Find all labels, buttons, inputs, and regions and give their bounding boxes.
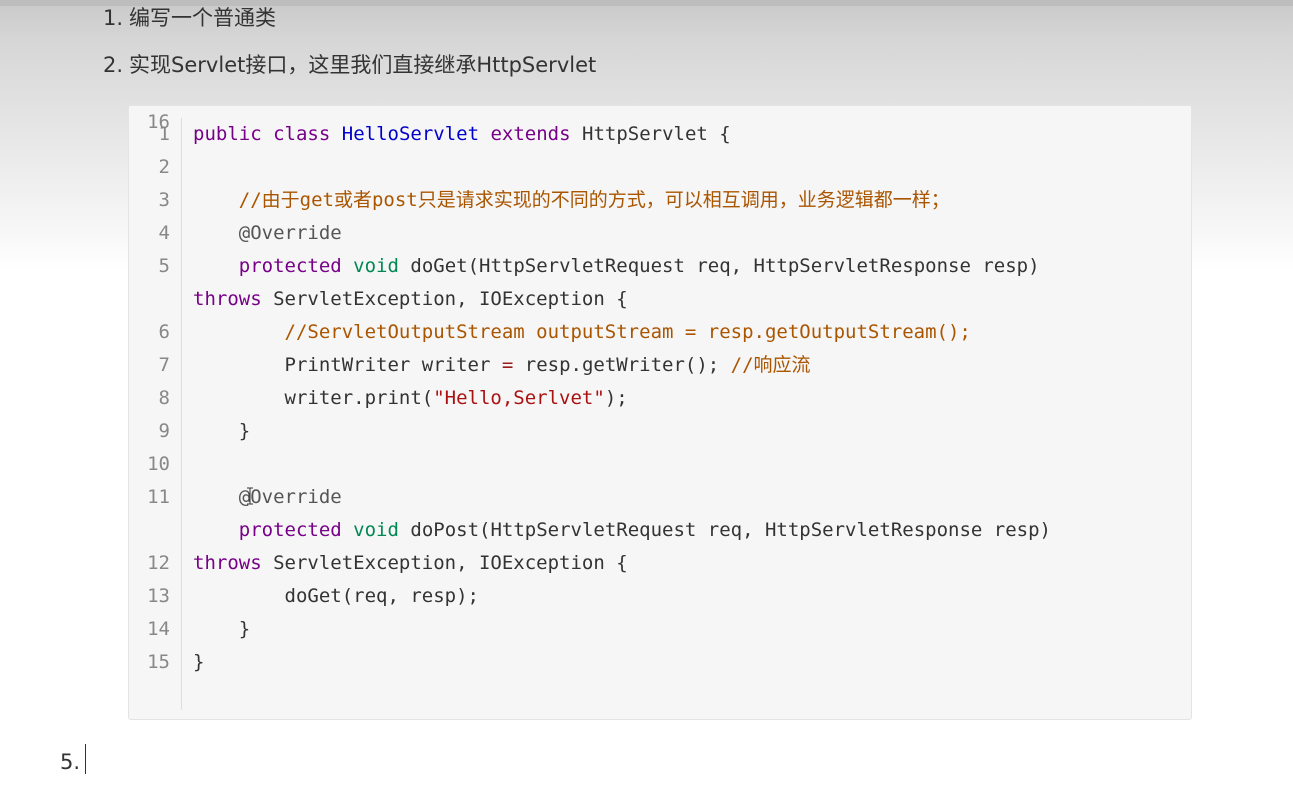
line-number: 3 <box>158 189 170 211</box>
list-number: 2. <box>103 53 124 77</box>
code-token: HelloServlet <box>341 123 480 145</box>
line-number: 12 <box>147 552 170 574</box>
code-token: throws <box>193 288 262 310</box>
text-cursor-icon <box>247 487 253 505</box>
code-line[interactable]: //ServletOutputStream outputStream = res… <box>193 316 971 349</box>
code-token: writer.print( <box>193 387 434 409</box>
code-token: = <box>501 354 514 376</box>
code-token: protected <box>238 255 342 277</box>
line-number: 13 <box>147 585 170 607</box>
gutter-divider <box>181 118 182 710</box>
code-token: } <box>193 420 251 442</box>
text-caret <box>85 744 86 774</box>
code-token: @Override <box>238 222 342 244</box>
line-number: 16 <box>147 111 170 133</box>
list-item[interactable]: 2. 实现Servlet接口，这里我们直接继承HttpServlet <box>103 51 596 79</box>
code-token: doGet(req, resp); <box>193 585 479 607</box>
code-token: protected <box>238 519 342 541</box>
code-token: //由于get或者post只是请求实现的不同的方式，可以相互调用，业务逻辑都一样… <box>238 189 950 211</box>
line-number: 8 <box>158 387 170 409</box>
code-token: void <box>353 519 399 541</box>
list-item[interactable]: 1. 编写一个普通类 <box>103 4 276 32</box>
code-line[interactable]: } <box>193 613 250 646</box>
code-token: "Hello,Serlvet" <box>433 387 605 409</box>
line-number: 10 <box>147 453 170 475</box>
code-line[interactable]: doGet(req, resp); <box>193 580 479 613</box>
code-line[interactable]: protected void doGet(HttpServletRequest … <box>193 250 1040 283</box>
code-line[interactable]: @Override <box>193 481 342 514</box>
line-number: 5 <box>158 255 170 277</box>
code-token: ServletException, IOException { <box>261 288 628 310</box>
line-number: 7 <box>158 354 170 376</box>
code-line[interactable]: throws ServletException, IOException { <box>193 283 628 316</box>
code-line[interactable]: public class HelloServlet extends HttpSe… <box>193 118 731 151</box>
code-line[interactable]: @Override <box>193 217 342 250</box>
line-number: 11 <box>147 486 170 508</box>
line-number: 15 <box>147 651 170 673</box>
code-token: PrintWriter writer <box>193 354 502 376</box>
code-token: @Override <box>238 486 342 508</box>
code-token: class <box>273 123 331 145</box>
code-block[interactable]: 1 2 3 4 5 6 7 8 9 10 11 12 13 14 15 16 public class Hel… <box>128 105 1192 720</box>
code-token: void <box>353 255 399 277</box>
code-token: public <box>193 123 262 145</box>
list-text: 编写一个普通类 <box>129 6 277 30</box>
code-line[interactable]: writer.print("Hello,Serlvet"); <box>193 382 628 415</box>
code-line[interactable]: } <box>193 646 204 679</box>
code-token: } <box>193 651 205 673</box>
code-token: doGet(HttpServletRequest req, HttpServle… <box>398 255 1040 277</box>
line-number-gutter: 1 2 3 4 5 6 7 8 9 10 11 12 13 14 15 16 <box>129 106 182 719</box>
code-token: throws <box>193 552 262 574</box>
code-token: //响应流 <box>730 354 811 376</box>
editor-page[interactable]: 1. 编写一个普通类 2. 实现Servlet接口，这里我们直接继承HttpServ… <box>0 0 1293 810</box>
line-number: 9 <box>158 420 170 442</box>
code-token: doPost(HttpServletRequest req, HttpServl… <box>398 519 1051 541</box>
code-token: HttpServlet { <box>570 123 731 145</box>
code-token: //ServletOutputStream outputStream = res… <box>284 321 971 343</box>
code-line[interactable]: PrintWriter writer = resp.getWriter(); /… <box>193 349 811 382</box>
list-number: 1. <box>103 6 124 30</box>
code-token: ); <box>604 387 628 409</box>
code-line[interactable]: //由于get或者post只是请求实现的不同的方式，可以相互调用，业务逻辑都一样… <box>193 184 950 217</box>
line-number: 6 <box>158 321 170 343</box>
list-text: 实现Servlet接口，这里我们直接继承HttpServlet <box>129 53 597 77</box>
list-item-empty[interactable]: 5. <box>60 748 80 776</box>
line-number: 4 <box>158 222 170 244</box>
code-token: ServletException, IOException { <box>261 552 628 574</box>
code-token: } <box>193 618 251 640</box>
line-number: 14 <box>147 618 170 640</box>
code-line[interactable]: protected void doPost(HttpServletRequest… <box>193 514 1051 547</box>
code-token: extends <box>490 123 571 145</box>
code-line[interactable]: throws ServletException, IOException { <box>193 547 628 580</box>
line-number: 2 <box>158 156 170 178</box>
code-line[interactable]: } <box>193 415 250 448</box>
code-token: resp.getWriter(); <box>513 354 731 376</box>
